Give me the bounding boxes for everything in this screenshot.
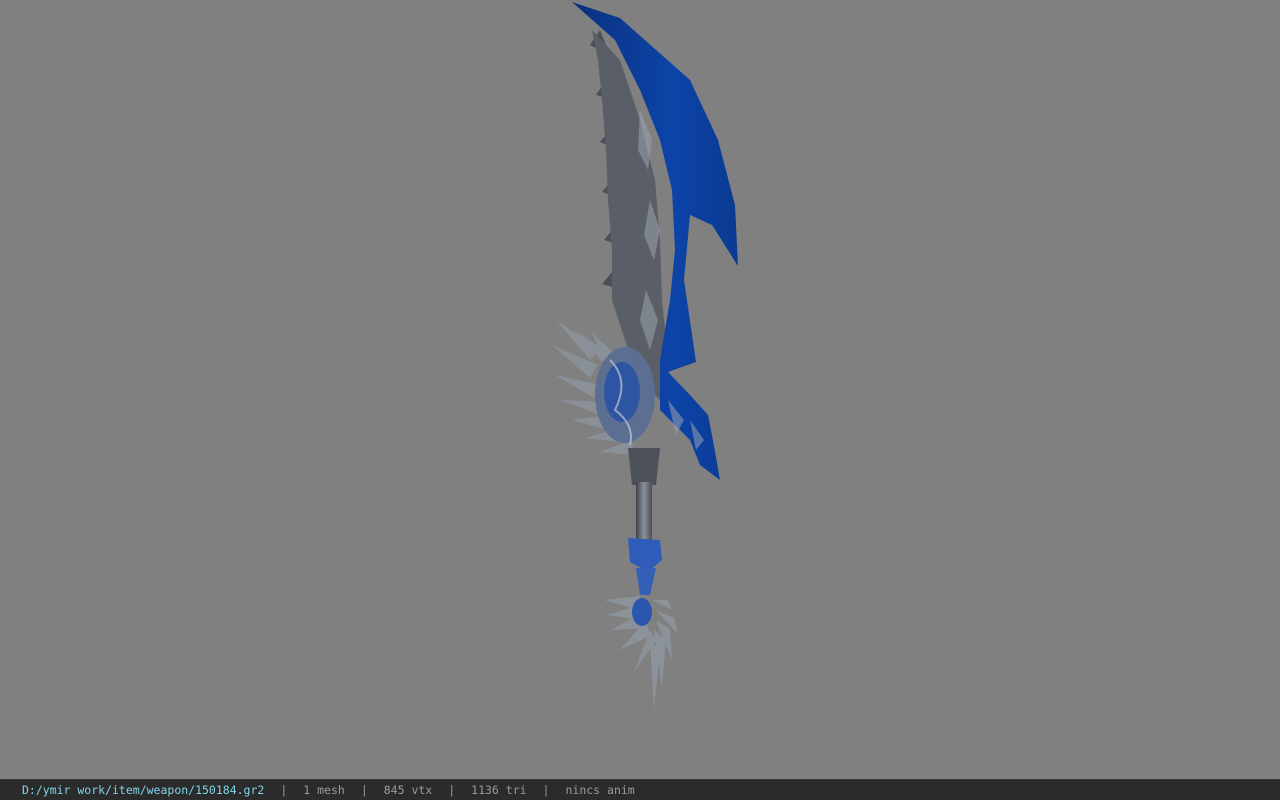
separator: | (448, 783, 456, 797)
3d-viewport[interactable] (0, 0, 1280, 779)
weapon-model (552, 2, 738, 710)
status-bar: D:/ymir work/item/weapon/150184.gr2 | 1 … (0, 779, 1280, 800)
triangle-count: 1136 tri (471, 783, 527, 797)
pommel-fitting (628, 538, 662, 572)
mesh-count: 1 mesh (303, 783, 345, 797)
separator: | (542, 783, 550, 797)
separator: | (280, 783, 288, 797)
handle (636, 482, 652, 542)
separator: | (360, 783, 368, 797)
collar (628, 448, 660, 485)
file-path: D:/ymir work/item/weapon/150184.gr2 (22, 783, 265, 797)
animation-status: nincs anim (565, 783, 635, 797)
vertex-count: 845 vtx (383, 783, 433, 797)
